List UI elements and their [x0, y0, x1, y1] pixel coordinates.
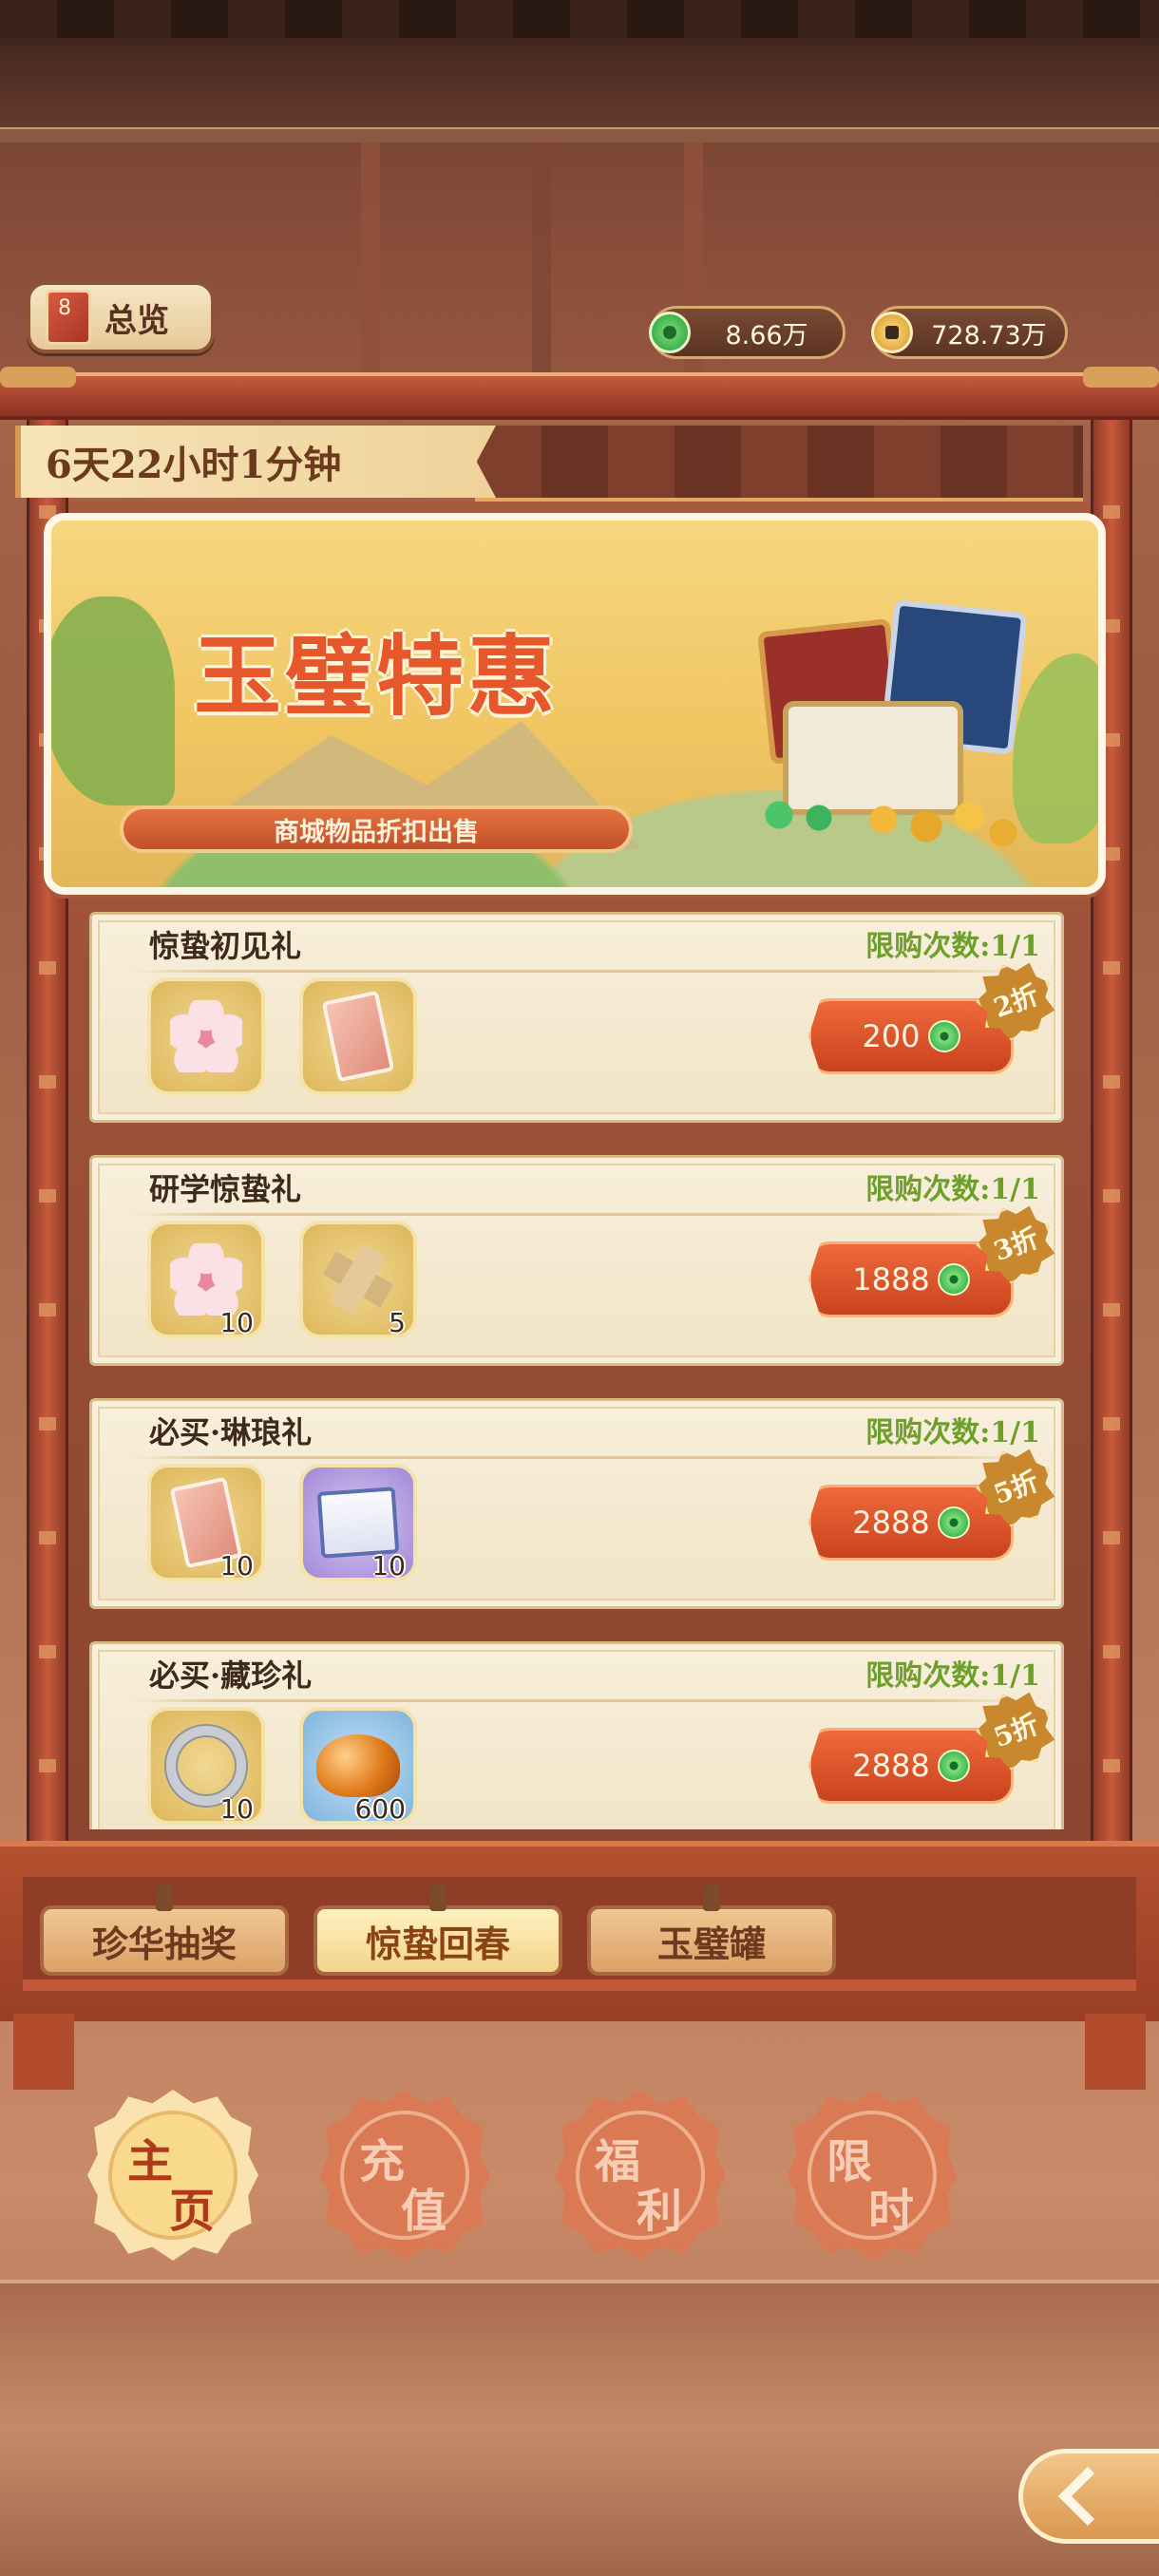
nav-label-part2: 时: [868, 2185, 915, 2238]
item-quantity: 5: [389, 1307, 406, 1338]
item-quantity: 10: [371, 1550, 406, 1582]
price-value: 200: [862, 1018, 921, 1054]
reward-item[interactable]: 10: [147, 1464, 265, 1582]
nav-welfare-button[interactable]: 福 利: [555, 2090, 726, 2261]
price-value: 2888: [852, 1748, 930, 1784]
scroll-icon: [316, 1487, 400, 1559]
banner-subtitle: 商城物品折扣出售: [120, 805, 633, 853]
overview-button[interactable]: 总览: [27, 281, 215, 353]
price-value: 1888: [852, 1261, 930, 1297]
purchase-limit: 限购次数:1/1: [865, 1659, 1040, 1693]
pack-card: 必买·琳琅礼 限购次数:1/1 10 10 2888 5折: [89, 1398, 1064, 1609]
card-divider: [130, 970, 1023, 973]
nav-limited-button[interactable]: 限 时: [787, 2090, 958, 2261]
reward-item[interactable]: [299, 977, 417, 1095]
gold-coins: [849, 786, 1020, 853]
jade-coin-icon: [649, 312, 691, 353]
price-value: 2888: [852, 1505, 930, 1541]
pack-title: 必买·琳琅礼: [149, 1414, 313, 1450]
jade-gems: [745, 786, 859, 843]
pack-card: 必买·藏珍礼 限购次数:1/1 10 600 2888 5折: [89, 1641, 1064, 1829]
jade-coin-icon: [937, 1506, 970, 1539]
table-leg-right: [1085, 2014, 1146, 2090]
leaf-decoration: [51, 597, 175, 805]
back-arrow-icon: [1057, 2466, 1118, 2527]
promo-banner: 玉璧特惠 商城物品折扣出售: [44, 513, 1106, 895]
pack-title: 惊蛰初见礼: [149, 928, 302, 964]
red-ticket-icon: [321, 990, 395, 1083]
roof-decoration: [0, 0, 1159, 142]
reward-item[interactable]: 600: [299, 1707, 417, 1825]
card-divider: [130, 1213, 1023, 1216]
overview-label: 总览: [104, 301, 169, 340]
jade-amount: 8.66万: [725, 320, 808, 350]
item-quantity: 10: [219, 1307, 254, 1338]
tab-lucky-draw[interactable]: 珍华抽奖: [40, 1885, 289, 1976]
amber-stone-icon: [316, 1734, 400, 1797]
table-leg-left: [13, 2014, 74, 2090]
nav-recharge-button[interactable]: 充 值: [319, 2090, 490, 2261]
cherry-blossom-icon: [170, 1243, 242, 1316]
gold-coin-icon: [871, 312, 913, 353]
nav-label-part2: 值: [401, 2185, 447, 2238]
jade-currency[interactable]: 8.66万: [649, 306, 846, 359]
nav-label-part1: 限: [826, 2135, 873, 2188]
cherry-blossom-icon: [170, 1000, 242, 1072]
countdown-timer: 6天22小时1分钟: [15, 426, 496, 498]
nav-label-part1: 充: [359, 2135, 406, 2188]
jade-coin-icon: [937, 1750, 970, 1782]
item-quantity: 600: [354, 1793, 406, 1825]
tab-jade-jar[interactable]: 玉璧罐: [587, 1885, 836, 1976]
reward-item[interactable]: 10: [299, 1464, 417, 1582]
reward-item[interactable]: 5: [299, 1221, 417, 1338]
jade-coin-icon: [937, 1263, 970, 1296]
card-divider: [130, 1456, 1023, 1459]
treasure-chest-icon: [716, 597, 1039, 853]
floor-background: [0, 2280, 1159, 2576]
nav-label-part1: 福: [595, 2135, 641, 2188]
nav-home-button[interactable]: 主 页: [87, 2090, 258, 2261]
pack-title: 必买·藏珍礼: [149, 1657, 313, 1694]
back-button[interactable]: [1018, 2449, 1159, 2544]
buy-button[interactable]: 2888: [808, 1728, 1014, 1804]
nav-label-part2: 页: [169, 2185, 216, 2238]
gold-currency[interactable]: 728.73万: [871, 306, 1068, 359]
pack-title: 研学惊蛰礼: [149, 1171, 302, 1207]
item-quantity: 10: [219, 1550, 254, 1582]
reward-item[interactable]: 10: [147, 1221, 265, 1338]
pack-list[interactable]: 惊蛰初见礼 限购次数:1/1 200 2折 研学惊蛰礼 限购次数:1/1 10 …: [89, 912, 1064, 1829]
banner-title: 玉璧特惠: [194, 625, 560, 728]
reward-item[interactable]: [147, 977, 265, 1095]
nav-label-part2: 利: [636, 2185, 683, 2238]
tab-spring-event[interactable]: 惊蛰回春: [314, 1885, 562, 1976]
purchase-limit: 限购次数:1/1: [865, 1416, 1040, 1449]
nav-label-part1: 主: [127, 2135, 174, 2188]
reward-item[interactable]: 10: [147, 1707, 265, 1825]
purchase-limit: 限购次数:1/1: [865, 930, 1040, 963]
frame-top-beam: [0, 367, 1159, 420]
pack-card: 惊蛰初见礼 限购次数:1/1 200 2折: [89, 912, 1064, 1123]
buy-button[interactable]: 1888: [808, 1241, 1014, 1317]
item-quantity: 10: [219, 1793, 254, 1825]
frame-header-strip: [475, 426, 1083, 502]
buy-button[interactable]: 2888: [808, 1485, 1014, 1561]
jade-coin-icon: [927, 1020, 960, 1052]
calendar-book-icon: [46, 290, 91, 345]
purchase-limit: 限购次数:1/1: [865, 1173, 1040, 1206]
card-divider: [130, 1699, 1023, 1702]
buy-button[interactable]: 200: [808, 998, 1014, 1074]
pack-card: 研学惊蛰礼 限购次数:1/1 10 5 1888 3折: [89, 1155, 1064, 1366]
gold-amount: 728.73万: [931, 320, 1047, 350]
